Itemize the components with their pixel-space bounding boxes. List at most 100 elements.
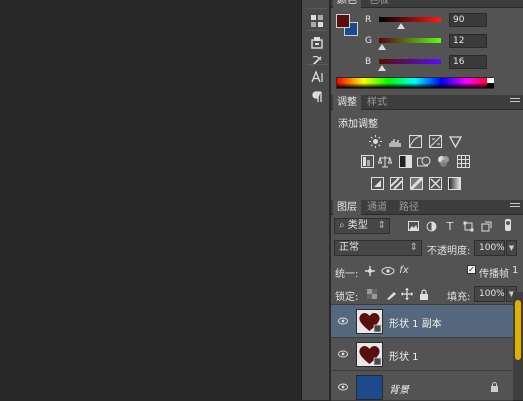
lock-label: 锁定: xyxy=(335,292,359,303)
channel-g-slider[interactable] xyxy=(379,38,441,43)
channel-b-value[interactable]: 16 xyxy=(449,55,487,69)
channel-g-thumb[interactable] xyxy=(378,44,386,50)
black-white-icon[interactable] xyxy=(398,154,412,168)
adjust-heading: 添加调整 xyxy=(338,119,378,130)
photo-filter-icon[interactable] xyxy=(417,154,431,168)
gradient-map-icon[interactable] xyxy=(447,176,461,190)
tab-adjustments[interactable]: 调整 xyxy=(333,95,361,110)
search-icon: ⌕ xyxy=(339,220,345,231)
heart-shape-icon xyxy=(359,313,382,333)
layers-scrollbar[interactable] xyxy=(513,292,523,400)
opacity-dropdown-icon[interactable]: ▼ xyxy=(506,240,517,256)
lock-all-icon[interactable] xyxy=(417,287,431,301)
propagate-value: 1 xyxy=(512,265,519,276)
spectrum-black[interactable] xyxy=(487,83,494,88)
tab-color[interactable]: 颜色 xyxy=(333,0,361,8)
blend-mode-select[interactable]: 正常 ⇕ xyxy=(334,240,422,256)
strip-divider xyxy=(306,8,327,9)
channel-b-thumb[interactable] xyxy=(378,65,386,71)
document-canvas[interactable] xyxy=(0,0,301,400)
channel-r-label: R xyxy=(365,15,372,25)
threshold-icon[interactable] xyxy=(409,176,423,190)
smart-object-filter-icon[interactable] xyxy=(479,219,493,233)
lock-transparency-icon[interactable] xyxy=(365,287,379,301)
layer-thumbnail xyxy=(356,342,383,367)
layer-thumbnail xyxy=(356,309,383,334)
hue-saturation-icon[interactable] xyxy=(360,154,374,168)
shape-filter-icon[interactable] xyxy=(461,219,475,233)
brightness-icon[interactable] xyxy=(368,134,382,148)
layer-row-shape[interactable]: 形状 1 xyxy=(331,338,513,371)
color-spectrum-bar[interactable] xyxy=(336,77,494,89)
curves-icon[interactable] xyxy=(408,134,422,148)
channel-b-label: B xyxy=(365,57,372,67)
layer-row-shape-copy[interactable]: 形状 1 副本 xyxy=(331,305,513,338)
filter-kind-label: 类型 xyxy=(347,220,368,231)
layers-menu-icon[interactable] xyxy=(510,203,520,211)
layer-thumbnail xyxy=(356,375,383,400)
color-balance-icon[interactable] xyxy=(378,154,392,168)
opacity-label: 不透明度: xyxy=(427,246,471,257)
layer-name[interactable]: 背景 xyxy=(389,381,409,396)
channel-mixer-icon[interactable] xyxy=(436,154,450,168)
tab-styles[interactable]: 样式 xyxy=(363,95,391,110)
propagate-checkbox[interactable]: ✓ xyxy=(467,265,476,274)
adjust-panel-tabbar: 调整 样式 xyxy=(331,95,523,110)
layers-panel-tabbar: 图层 通道 路径 xyxy=(331,200,523,215)
chevron-updown-icon: ⇕ xyxy=(409,242,418,253)
layer-name[interactable]: 形状 1 xyxy=(389,348,419,363)
styles-icon[interactable] xyxy=(307,52,326,69)
unify-label: 统一: xyxy=(335,269,359,280)
layer-list: 形状 1 副本 形状 1 背景 xyxy=(331,304,513,401)
posterize-icon[interactable] xyxy=(389,176,403,190)
channel-b-slider[interactable] xyxy=(379,59,441,64)
layer-filter-select[interactable]: ⌕ 类型 ⇕ xyxy=(334,218,390,234)
fill-input[interactable]: 100% xyxy=(474,286,505,302)
panel-icon-strip xyxy=(301,0,330,400)
character-icon[interactable] xyxy=(307,68,326,85)
visibility-eye-icon[interactable] xyxy=(338,383,348,391)
lock-pixels-icon[interactable] xyxy=(384,287,398,301)
fill-label: 填充: xyxy=(447,292,471,303)
color-panel-tabbar: 颜色 色板 xyxy=(331,0,523,8)
tab-swatches[interactable]: 色板 xyxy=(365,0,393,8)
channel-r-slider[interactable] xyxy=(379,17,441,22)
layers-scroll-thumb[interactable] xyxy=(515,300,521,360)
exposure-icon[interactable] xyxy=(428,134,442,148)
panel-dock: 颜色 色板 R 90 G 12 B 16 调整 样式 添加调整 图层 通道 路径 xyxy=(331,0,523,401)
heart-shape-icon xyxy=(359,346,382,366)
levels-icon[interactable] xyxy=(388,134,402,148)
color-lookup-icon[interactable] xyxy=(456,154,470,168)
panel-menu-icon[interactable] xyxy=(510,98,520,106)
tab-channels[interactable]: 通道 xyxy=(363,200,391,215)
tab-paths[interactable]: 路径 xyxy=(395,200,423,215)
unify-visibility-icon[interactable] xyxy=(381,264,395,278)
adjustments-icon[interactable] xyxy=(307,34,326,51)
chevron-updown-icon: ⇕ xyxy=(377,220,386,231)
selective-color-icon[interactable] xyxy=(428,176,442,190)
visibility-eye-icon[interactable] xyxy=(338,317,348,325)
invert-icon[interactable] xyxy=(370,176,384,190)
channel-g-label: G xyxy=(365,36,372,46)
blend-mode-value: 正常 xyxy=(339,242,359,253)
unify-position-icon[interactable] xyxy=(363,264,377,278)
foreground-color-swatch[interactable] xyxy=(336,14,350,28)
swatches-icon[interactable] xyxy=(307,12,326,29)
strip-divider xyxy=(306,30,327,31)
channel-g-value[interactable]: 12 xyxy=(449,34,487,48)
channel-r-thumb[interactable] xyxy=(397,23,405,29)
layer-name[interactable]: 形状 1 副本 xyxy=(389,315,442,330)
layer-row-background[interactable]: 背景 xyxy=(331,371,513,401)
visibility-eye-icon[interactable] xyxy=(338,350,348,358)
tab-layers[interactable]: 图层 xyxy=(333,200,361,215)
unify-style-icon[interactable]: fx xyxy=(397,263,411,277)
channel-r-value[interactable]: 90 xyxy=(449,13,487,27)
adjustment-filter-icon[interactable] xyxy=(424,219,438,233)
opacity-input[interactable]: 100% xyxy=(474,240,505,256)
lock-position-icon[interactable] xyxy=(400,287,414,301)
vibrance-icon[interactable] xyxy=(448,134,462,148)
filter-toggle-icon[interactable] xyxy=(501,218,515,232)
type-filter-icon[interactable]: T xyxy=(443,219,457,233)
paragraph-icon[interactable] xyxy=(307,88,326,105)
pixel-filter-icon[interactable] xyxy=(406,219,420,233)
